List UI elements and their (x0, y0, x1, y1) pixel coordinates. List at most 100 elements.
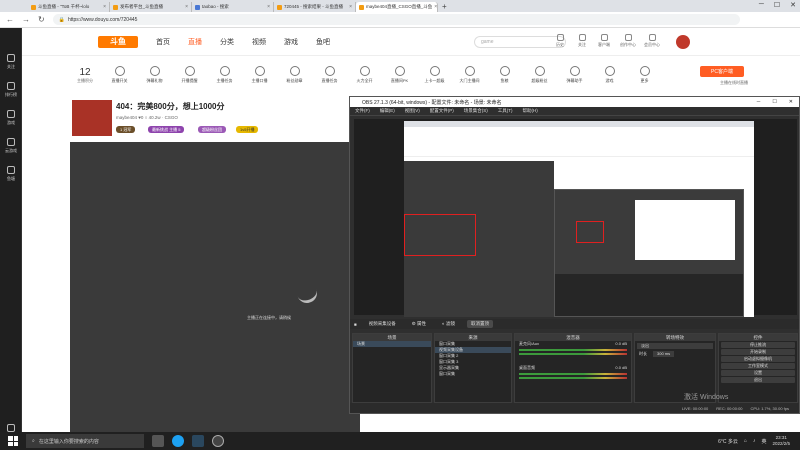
start-recording-button[interactable]: 开始录制 (721, 349, 795, 355)
filters-button[interactable]: ◐ 滤镜 (438, 320, 459, 328)
edge-icon[interactable] (172, 435, 184, 447)
browser-tab[interactable]: taobao - 搜索 × (192, 2, 274, 12)
close-icon[interactable]: × (267, 4, 270, 10)
header-history[interactable]: 历史 (550, 34, 570, 48)
menu-edit[interactable]: 编辑(E) (380, 108, 395, 114)
tool-item[interactable]: 主播口播 (242, 66, 277, 84)
steam-icon[interactable] (192, 435, 204, 447)
rail-item-fishpond[interactable]: 鱼塘 (0, 160, 22, 188)
tool-item[interactable]: 弹幕助手 (557, 66, 592, 84)
room-badge[interactable]: 最新挑战 主播 5 (148, 126, 185, 133)
tool-item[interactable]: 直播间PK (382, 66, 417, 84)
browser-tab[interactable]: 720445 - 搜索结果 - 斗鱼直播 × (274, 2, 356, 12)
room-badge[interactable]: 1v5开播 (236, 126, 259, 133)
nav-live[interactable]: 直播 (188, 37, 202, 47)
unpin-button[interactable]: 取消置顶 (467, 320, 494, 328)
tool-item[interactable]: 大门主播间 (452, 66, 487, 84)
room-category[interactable]: CSGO (165, 115, 178, 120)
close-icon[interactable]: × (434, 4, 437, 10)
header-vip[interactable]: 会员中心 (642, 34, 662, 48)
room-badge[interactable]: 超级粉丝团 (198, 126, 226, 133)
rail-item-rank[interactable]: 排行榜 (0, 76, 22, 104)
tool-item[interactable]: 更多 (627, 66, 662, 84)
taskbar-search[interactable]: ⌕ 在这里输入你要搜索的内容 (26, 434, 144, 448)
tool-item[interactable]: 直播任务 (312, 66, 347, 84)
volume-icon[interactable]: ♪ (753, 438, 756, 444)
obs-icon[interactable] (212, 435, 224, 447)
weather-widget[interactable]: 6°C 多云 (718, 438, 738, 445)
minimize-icon[interactable]: ─ (759, 1, 764, 9)
nav-game[interactable]: 游戏 (284, 37, 298, 47)
browser-tab[interactable]: 斗鱼直播 - "ToB 千杯~lolo × (28, 2, 110, 12)
exit-button[interactable]: 退出 (721, 377, 795, 383)
nav-category[interactable]: 分类 (220, 37, 234, 47)
header-creator[interactable]: 创作中心 (618, 34, 638, 48)
rail-item-cloud-game[interactable]: 云游戏 (0, 132, 22, 160)
back-icon[interactable]: ← (6, 15, 14, 24)
close-icon[interactable]: × (103, 4, 106, 10)
forward-icon[interactable]: → (22, 15, 30, 24)
stop-stream-button[interactable]: 停止推流 (721, 342, 795, 348)
browser-tab-active[interactable]: maybe404直播_CSGO直播_斗鱼 × (356, 2, 438, 12)
properties-button[interactable]: ⚙ 属性 (408, 320, 430, 328)
pc-client-link[interactable]: 主播在线时直播 (720, 80, 748, 86)
task-view-icon[interactable] (152, 435, 164, 447)
maximize-icon[interactable]: ☐ (772, 99, 776, 105)
nav-fishbar[interactable]: 鱼吧 (316, 37, 330, 47)
room-badge[interactable]: 1 冠军 (116, 126, 136, 133)
tool-item[interactable]: 直播开关 (102, 66, 137, 84)
tool-item[interactable]: 上卡一超级 (417, 66, 452, 84)
minimize-icon[interactable]: ─ (757, 99, 761, 105)
tool-item[interactable]: 超级粉丝 (522, 66, 557, 84)
tool-item[interactable]: 开播提醒 (172, 66, 207, 84)
rail-item-game[interactable]: 游戏 (0, 104, 22, 132)
settings-button[interactable]: 设置 (721, 370, 795, 376)
video-player[interactable] (70, 142, 360, 432)
nav-video[interactable]: 视频 (252, 37, 266, 47)
menu-scene-collection[interactable]: 场景集合(S) (464, 108, 488, 114)
close-icon[interactable]: × (349, 4, 352, 10)
source-selection-box[interactable] (404, 214, 476, 256)
menu-help[interactable]: 帮助(H) (523, 108, 538, 114)
close-icon[interactable]: ✕ (789, 99, 793, 105)
tool-item[interactable]: 游戏 (592, 66, 627, 84)
volume-slider[interactable] (519, 377, 627, 379)
scene-item[interactable]: 场景 (353, 341, 431, 347)
volume-slider[interactable] (519, 353, 627, 355)
duration-input[interactable]: 300 ms (653, 351, 675, 357)
user-avatar[interactable] (676, 35, 690, 49)
input-language[interactable]: 英 (761, 438, 766, 445)
close-icon[interactable]: × (185, 4, 188, 10)
tool-item[interactable]: 鱼粮 (487, 66, 522, 84)
douyu-logo[interactable]: 斗鱼 (98, 35, 138, 48)
tool-item[interactable]: 主播任务 (207, 66, 242, 84)
pc-client-button[interactable]: PC客户端 (700, 66, 744, 77)
virtual-camera-button[interactable]: 启动虚拟摄像机 (721, 356, 795, 362)
source-item[interactable]: 窗口采集 (435, 371, 511, 377)
maximize-icon[interactable]: ☐ (774, 1, 780, 9)
menu-view[interactable]: 视图(V) (405, 108, 420, 114)
tool-item[interactable]: 弹幕礼物 (137, 66, 172, 84)
header-follow[interactable]: 关注 (572, 34, 592, 48)
url-field[interactable]: 🔒 https://www.douyu.com/720445 (52, 14, 740, 25)
transition-select[interactable]: 淡出 (637, 343, 713, 349)
nav-home[interactable]: 首页 (156, 37, 170, 47)
studio-mode-button[interactable]: 工作室模式 (721, 363, 795, 369)
menu-file[interactable]: 文件(F) (355, 108, 370, 114)
start-button[interactable] (8, 436, 18, 446)
tool-item[interactable]: 火力全开 (347, 66, 382, 84)
clock[interactable]: 23:31 2022/2/5 (772, 435, 790, 447)
tool-item[interactable]: 粉丝勋章 (277, 66, 312, 84)
close-icon[interactable]: ✕ (790, 1, 796, 9)
menu-tools[interactable]: 工具(T) (498, 108, 513, 114)
network-icon[interactable]: ⌂ (744, 438, 747, 444)
reload-icon[interactable]: ↻ (38, 15, 45, 24)
browser-tab[interactable]: 发布者平台_斗鱼直播 × (110, 2, 192, 12)
menu-profile[interactable]: 配置文件(P) (430, 108, 454, 114)
source-selection-box[interactable] (576, 221, 604, 243)
header-client[interactable]: 客户端 (594, 34, 614, 48)
obs-preview[interactable] (354, 119, 797, 317)
new-tab-button[interactable]: + (438, 2, 451, 11)
streamer-avatar[interactable] (72, 100, 112, 136)
rail-item-follow[interactable]: 关注 (0, 48, 22, 76)
